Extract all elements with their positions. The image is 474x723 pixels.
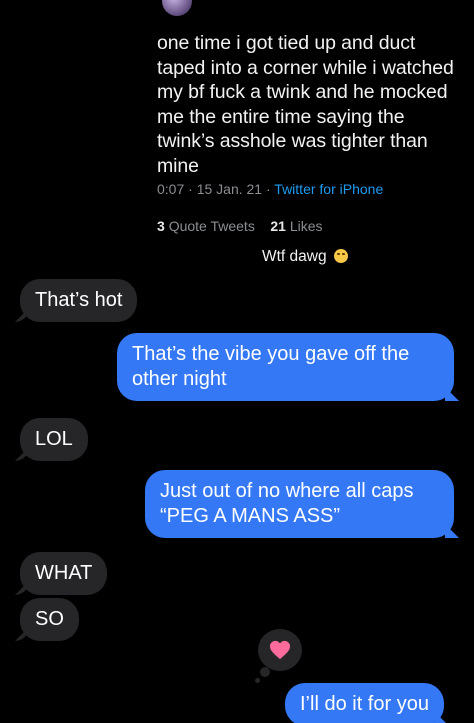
message-bubble-outgoing[interactable]: Just out of no where all caps “PEG A MAN… xyxy=(145,470,454,538)
quote-tweets-count: 3 xyxy=(157,218,165,234)
message-bubble-outgoing[interactable]: I’ll do it for you xyxy=(285,683,444,723)
meta-separator: · xyxy=(188,181,197,197)
tapback-tail xyxy=(260,667,270,677)
message-bubble-outgoing[interactable]: That’s the vibe you gave off the other n… xyxy=(117,333,454,401)
tweet-source: Twitter for iPhone xyxy=(274,181,384,197)
message-bubble-incoming[interactable]: LOL xyxy=(20,418,88,461)
caption-text: Wtf dawg xyxy=(262,248,327,265)
tapback-tail xyxy=(255,678,260,683)
tweet-stats: 3 Quote Tweets 21 Likes xyxy=(157,218,323,234)
message-bubble-incoming[interactable]: That’s hot xyxy=(20,279,138,322)
tweet-meta: 0:07 · 15 Jan. 21 · Twitter for iPhone xyxy=(157,181,383,197)
heart-icon xyxy=(270,640,290,660)
tweet-screenshot[interactable]: one time i got tied up and duct taped in… xyxy=(140,0,470,242)
likes-count: 21 xyxy=(270,218,286,234)
conversation-screen: one time i got tied up and duct taped in… xyxy=(0,0,474,723)
laughing-emoji-icon xyxy=(333,249,348,263)
quote-tweets-label: Quote Tweets xyxy=(168,218,255,234)
likes-label: Likes xyxy=(289,218,323,234)
tweet-text: one time i got tied up and duct taped in… xyxy=(157,32,454,177)
image-caption: Wtf dawg xyxy=(262,248,348,266)
tweet-time: 0:07 xyxy=(157,181,185,197)
message-bubble-incoming[interactable]: WHAT xyxy=(20,552,108,595)
tapback-reaction[interactable] xyxy=(255,627,304,683)
tweet-avatar xyxy=(162,0,192,16)
message-bubble-incoming[interactable]: SO xyxy=(20,598,79,641)
tweet-date: 15 Jan. 21 xyxy=(196,181,263,197)
